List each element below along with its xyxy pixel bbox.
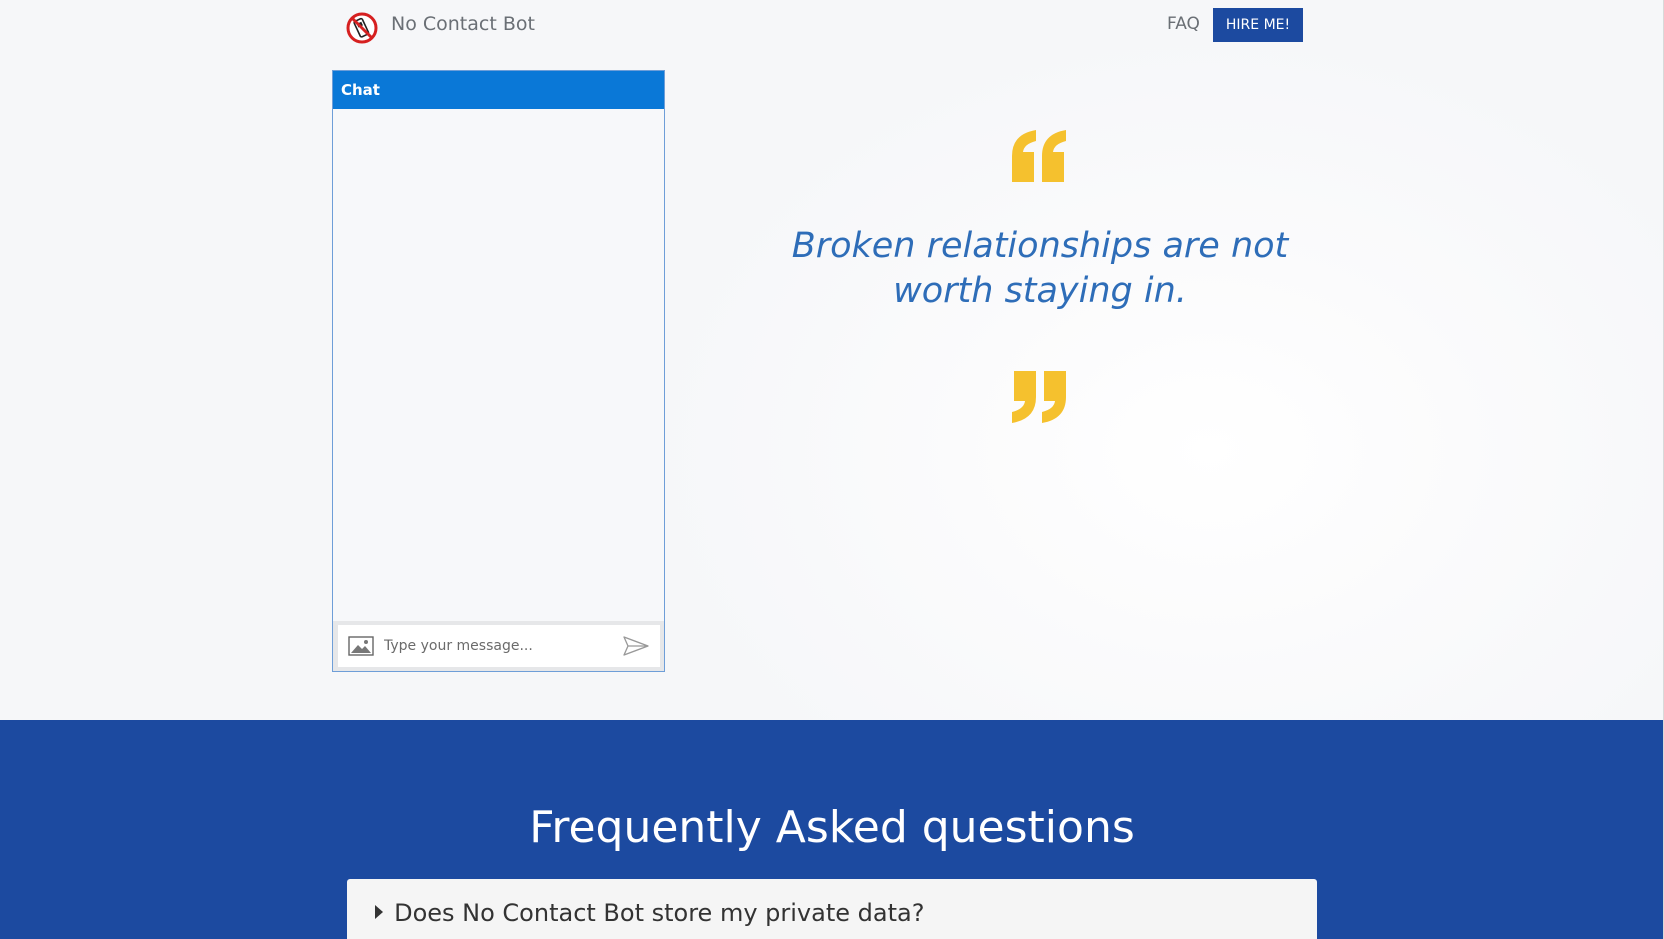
image-icon[interactable] <box>348 636 374 656</box>
hero-section <box>0 0 1664 720</box>
chat-input-bar <box>333 621 664 671</box>
hire-me-button[interactable]: HIRE ME! <box>1213 8 1303 42</box>
no-phone-icon[interactable] <box>345 11 379 45</box>
chat-input-container <box>338 625 660 667</box>
close-quote-icon <box>1012 371 1066 423</box>
send-icon[interactable] <box>622 635 650 657</box>
faq-link[interactable]: FAQ <box>1167 14 1200 34</box>
caret-right-icon <box>375 905 383 919</box>
quote-text: Broken relationships are not worth stayi… <box>791 226 1289 311</box>
message-input[interactable] <box>384 638 622 654</box>
open-quote-icon <box>1012 130 1066 182</box>
faq-title: Frequently Asked questions <box>529 802 1135 853</box>
chat-header: Chat <box>333 71 664 109</box>
chat-widget: Chat <box>332 70 665 672</box>
chat-messages-area <box>333 109 664 621</box>
faq-item[interactable]: Does No Contact Bot store my private dat… <box>347 879 1317 939</box>
faq-question: Does No Contact Bot store my private dat… <box>394 899 925 927</box>
brand-name[interactable]: No Contact Bot <box>391 13 535 35</box>
page: No Contact Bot FAQ HIRE ME! Chat Type yo… <box>0 0 1664 939</box>
